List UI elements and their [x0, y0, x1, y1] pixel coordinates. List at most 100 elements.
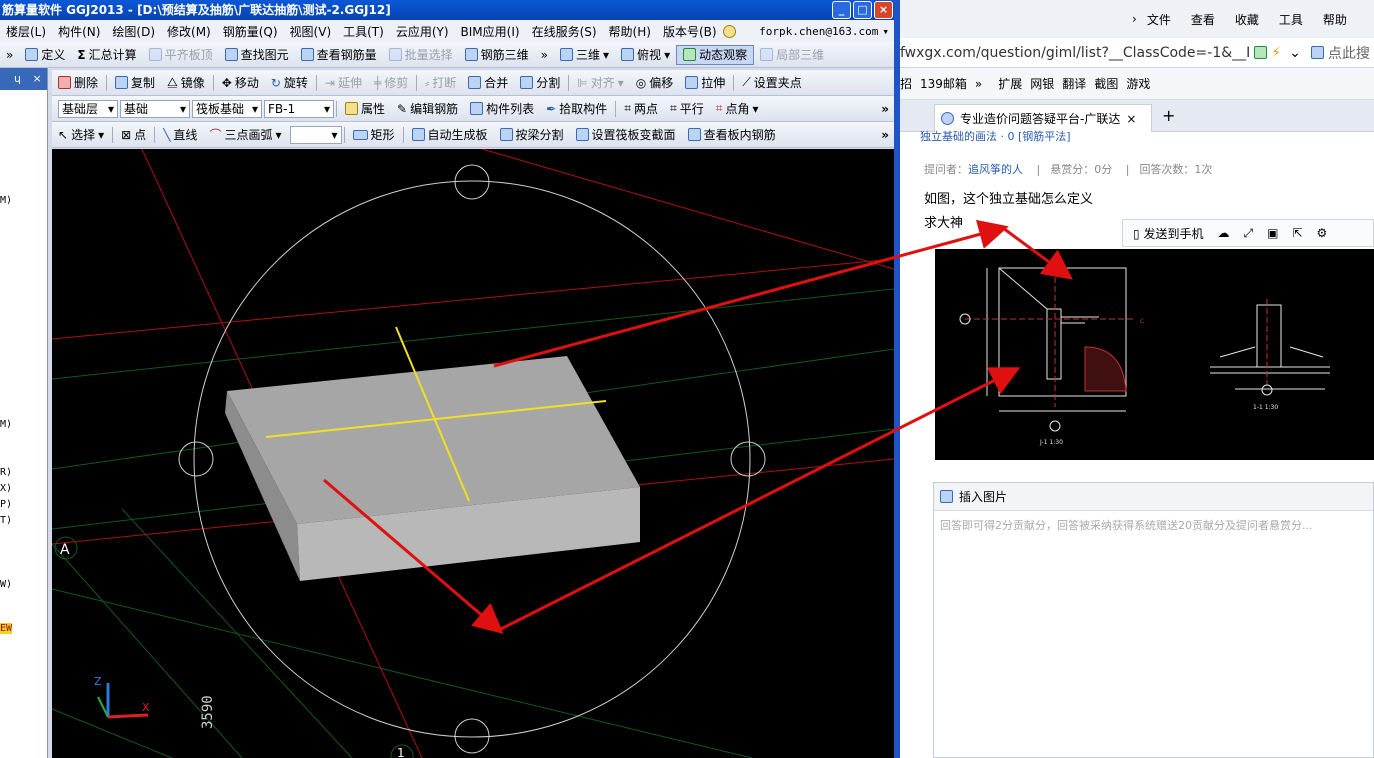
sum-calc-button[interactable]: Σ 汇总计算 — [71, 46, 142, 63]
browser-menu-item[interactable]: 文件 — [1137, 11, 1181, 28]
rotate-button[interactable]: ↻ 旋转 — [265, 74, 314, 91]
breadcrumb[interactable]: 独立基础的画法 · 0 [钢筋平法] — [920, 128, 1071, 144]
stretch-button[interactable]: 拉伸 — [679, 74, 731, 91]
minimize-button[interactable]: _ — [832, 1, 851, 19]
share-icon[interactable]: ⇱ — [1292, 226, 1302, 240]
layer-select[interactable]: 基础层 ▾ — [58, 99, 118, 118]
question-image[interactable]: J-1 1:30 1-1 1:30 C — [935, 249, 1374, 460]
orbit-handle-left[interactable] — [178, 441, 214, 477]
dynamic-observe-button[interactable]: 动态观察 — [676, 44, 755, 65]
list-item[interactable]: W) — [0, 579, 12, 590]
close-button[interactable]: × — [874, 1, 893, 19]
cloud-icon[interactable]: ☁ — [1217, 226, 1229, 240]
break-button[interactable]: ⸗ 打断 — [419, 74, 462, 91]
flat-top-button[interactable]: 平齐板顶 — [143, 46, 219, 63]
menu-item[interactable]: 绘图(D) — [106, 23, 161, 40]
type-select[interactable]: 筏板基础 ▾ — [192, 99, 262, 118]
image-icon[interactable] — [940, 490, 953, 503]
account-menu[interactable]: forpk.chen@163.com ▾ — [759, 25, 895, 38]
copy-button[interactable]: 复制 — [109, 74, 161, 91]
browser-menu-item[interactable]: 工具 — [1269, 11, 1313, 28]
maximize-button[interactable]: □ — [853, 1, 872, 19]
bookmark-item[interactable]: 网银 — [1030, 75, 1054, 92]
split-by-beam-button[interactable]: 按梁分割 — [494, 126, 570, 143]
list-item[interactable]: M) — [0, 419, 12, 430]
view-slab-rebar-button[interactable]: 查看板内钢筋 — [682, 126, 782, 143]
bookmark-item[interactable]: 游戏 — [1126, 75, 1150, 92]
arc-button[interactable]: ⌒ 三点画弧 ▾ — [203, 126, 287, 143]
send-to-phone-button[interactable]: ▯ 发送到手机 — [1133, 225, 1203, 242]
orbit-handle-bottom[interactable] — [454, 718, 490, 754]
two-points-button[interactable]: ⌗ 两点 — [618, 100, 664, 117]
orbit-handle-top[interactable] — [454, 164, 490, 200]
menu-item[interactable]: 钢筋量(Q) — [217, 23, 284, 40]
list-item[interactable]: R) — [0, 467, 12, 478]
move-button[interactable]: ✥ 移动 — [216, 74, 265, 91]
auto-slab-button[interactable]: 自动生成板 — [406, 126, 494, 143]
search-engine-icon[interactable] — [1310, 46, 1324, 59]
3d-viewport[interactable]: A 1 3590 Z X — [52, 149, 894, 758]
extend-button[interactable]: ⇥ 延伸 — [319, 74, 368, 91]
offset-button[interactable]: ◎ 偏移 — [630, 74, 680, 91]
bookmark-item[interactable]: 扩展 — [998, 75, 1022, 92]
menu-item[interactable]: BIM应用(I) — [455, 23, 526, 40]
split-button[interactable]: 分割 — [514, 74, 566, 91]
list-item[interactable]: M) — [0, 195, 12, 206]
save-icon[interactable]: ▣ — [1267, 226, 1278, 240]
tab-close-icon[interactable]: × — [1126, 112, 1136, 126]
list-item[interactable]: P) — [0, 499, 12, 510]
menu-item[interactable]: 视图(V) — [284, 23, 338, 40]
category-select[interactable]: 基础 ▾ — [120, 99, 190, 118]
menu-item[interactable]: 版本号(B) — [657, 23, 723, 40]
menu-item[interactable]: 帮助(H) — [603, 23, 657, 40]
top-view-dropdown[interactable]: 俯视 ▾ — [615, 46, 676, 63]
new-tab-button[interactable]: + — [1162, 106, 1175, 125]
search-box[interactable]: 点此搜 — [1328, 43, 1370, 63]
rebar-3d-button[interactable]: 钢筋三维 — [459, 46, 535, 63]
set-grip-button[interactable]: ⟋ 设置夹点 — [736, 74, 807, 91]
delete-button[interactable]: 删除 — [52, 74, 104, 91]
asker-link[interactable]: 追风筝的人 — [968, 163, 1023, 176]
list-item[interactable]: X) — [0, 483, 12, 494]
menu-item[interactable]: 工具(T) — [337, 23, 390, 40]
bookmark-item[interactable]: 翻译 — [1062, 75, 1086, 92]
bookmark-item[interactable]: 截图 — [1094, 75, 1118, 92]
avatar-icon[interactable] — [722, 24, 736, 38]
find-element-button[interactable]: 查找图元 — [219, 46, 295, 63]
point-angle-button[interactable]: ⌗ 点角 ▾ — [710, 100, 765, 117]
bookmark-item[interactable]: 139邮箱 — [920, 75, 967, 92]
settings-icon[interactable]: ⚙ — [1316, 226, 1327, 240]
answer-textarea[interactable]: 回答即可得2分贡献分，回答被采纳获得系统赠送20贡献分及提问者悬赏分... — [934, 511, 1373, 539]
orbit-handle-right[interactable] — [730, 441, 766, 477]
menu-item[interactable]: 修改(M) — [161, 23, 217, 40]
batch-select-button[interactable]: 批量选择 — [383, 46, 459, 63]
mirror-button[interactable]: ⧋ 镜像 — [161, 74, 211, 91]
menu-item[interactable]: 构件(N) — [52, 23, 106, 40]
local-3d-button[interactable]: 局部三维 — [754, 46, 830, 63]
list-item[interactable]: EW — [0, 623, 13, 634]
insert-image-button[interactable]: 插入图片 — [959, 488, 1007, 505]
menu-item[interactable]: 楼层(L) — [0, 23, 52, 40]
address-bar[interactable]: fwxgx.com/question/giml/list?__ClassCode… — [900, 38, 1374, 68]
browser-menu-item[interactable]: 查看 — [1181, 11, 1225, 28]
select-button[interactable]: ↖ 选择 ▾ — [52, 126, 110, 143]
toolbar-overflow[interactable]: » — [881, 128, 895, 142]
toolbar-overflow[interactable]: » — [881, 102, 895, 116]
chevrons-icon[interactable]: » — [975, 77, 982, 91]
panel-close-icon[interactable]: × — [32, 72, 41, 85]
set-slope-button[interactable]: 设置筏板变截面 — [570, 126, 682, 143]
point-button[interactable]: ⊠ 点 — [115, 126, 152, 143]
browser-menu-item[interactable]: 帮助 — [1313, 11, 1357, 28]
menu-item[interactable]: 云应用(Y) — [390, 23, 455, 40]
edit-rebar-button[interactable]: ✎ 编辑钢筋 — [391, 100, 464, 117]
rect-button[interactable]: 矩形 — [347, 126, 401, 143]
pin-icon[interactable]: ɥ — [14, 72, 21, 85]
line-button[interactable]: ╲ 直线 — [157, 126, 203, 143]
menu-item[interactable]: 在线服务(S) — [526, 23, 603, 40]
pick-element-button[interactable]: ✒ 拾取构件 — [540, 100, 613, 117]
properties-button[interactable]: 属性 — [339, 100, 391, 117]
draw-mode-select[interactable]: ▾ — [289, 125, 342, 144]
toolbar-overflow[interactable]: » — [535, 48, 554, 62]
parallel-button[interactable]: ⌗ 平行 — [664, 100, 710, 117]
fullscreen-icon[interactable]: ⤢ — [1243, 226, 1253, 241]
